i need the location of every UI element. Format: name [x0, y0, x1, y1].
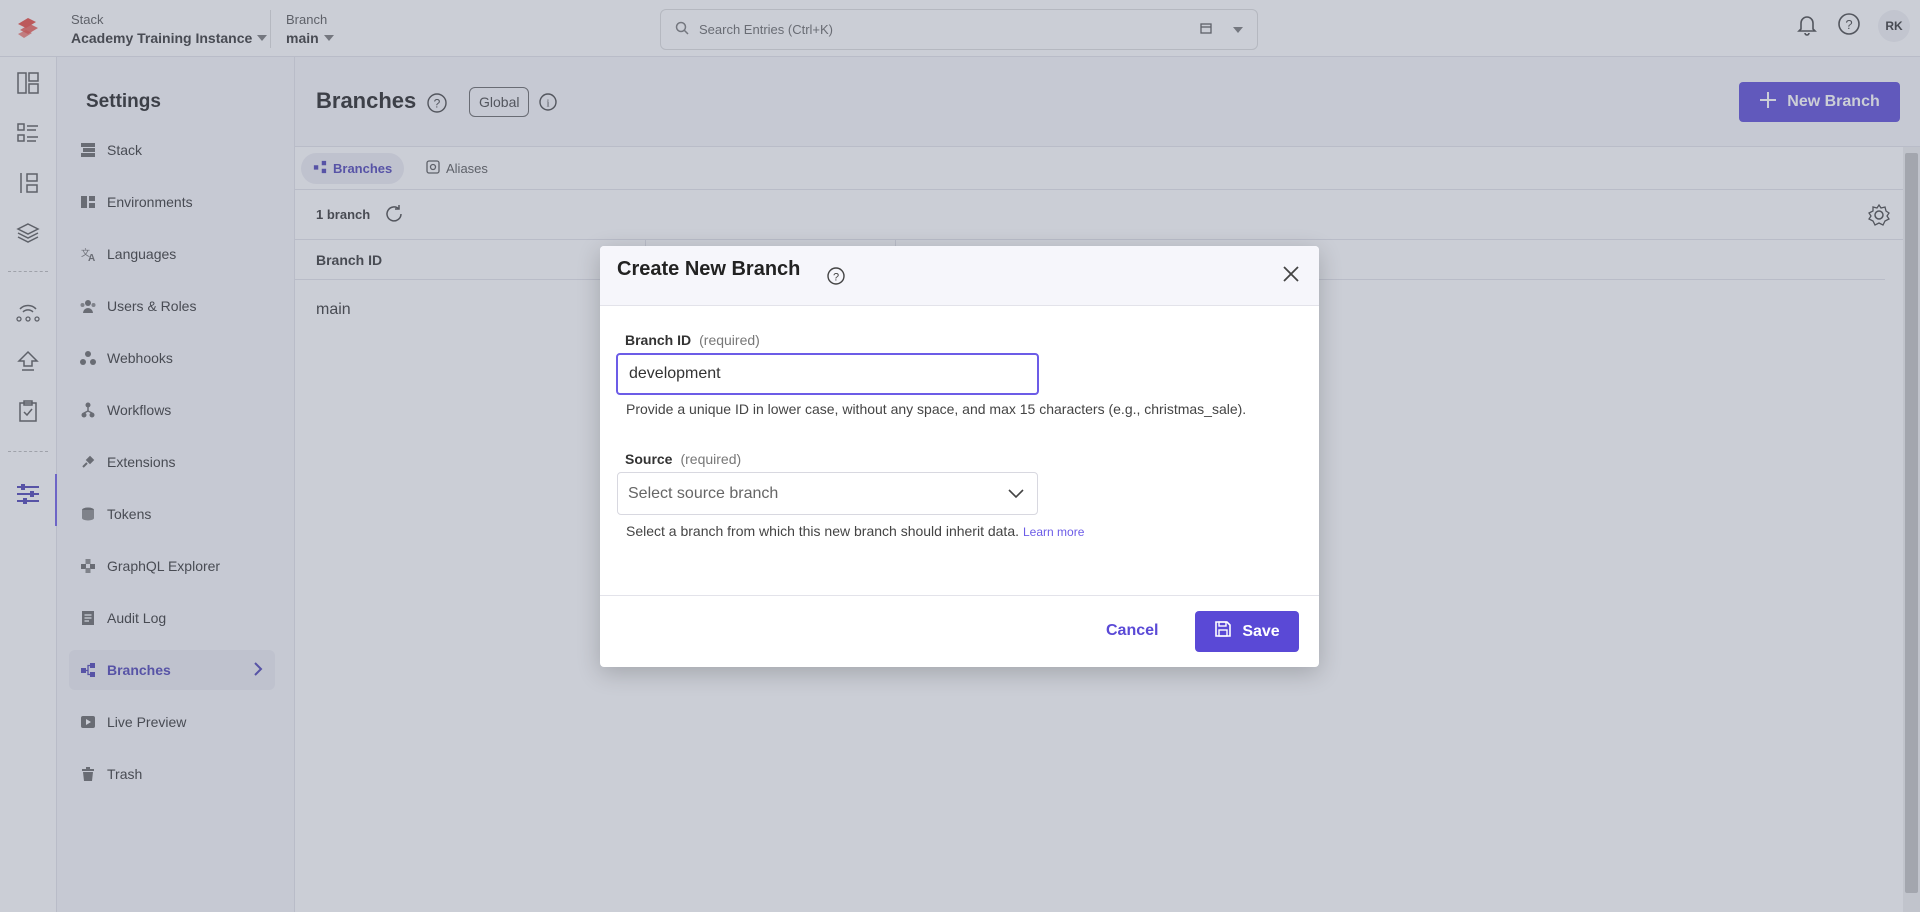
required-label: (required) — [680, 451, 742, 467]
create-branch-modal: Create New Branch ? Branch ID (required) … — [600, 246, 1319, 667]
branch-id-hint: Provide a unique ID in lower case, witho… — [626, 401, 1247, 417]
branch-id-label: Branch ID (required) — [625, 332, 760, 348]
help-icon[interactable]: ? — [826, 266, 846, 291]
required-label: (required) — [699, 332, 760, 348]
branch-id-input[interactable]: development — [616, 353, 1039, 395]
source-placeholder: Select source branch — [628, 484, 779, 502]
source-label: Source (required) — [625, 451, 742, 467]
modal-header: Create New Branch ? — [600, 246, 1319, 306]
svg-text:?: ? — [833, 272, 839, 284]
save-icon — [1214, 620, 1232, 643]
source-hint: Select a branch from which this new bran… — [626, 523, 1085, 539]
source-branch-select[interactable]: Select source branch — [617, 472, 1038, 515]
save-label: Save — [1242, 622, 1280, 640]
save-button[interactable]: Save — [1195, 611, 1299, 652]
learn-more-link[interactable]: Learn more — [1023, 525, 1084, 539]
chevron-down-icon — [1007, 486, 1025, 505]
cancel-button[interactable]: Cancel — [1106, 622, 1158, 640]
close-icon[interactable] — [1281, 264, 1301, 289]
modal-title: Create New Branch — [617, 258, 801, 280]
